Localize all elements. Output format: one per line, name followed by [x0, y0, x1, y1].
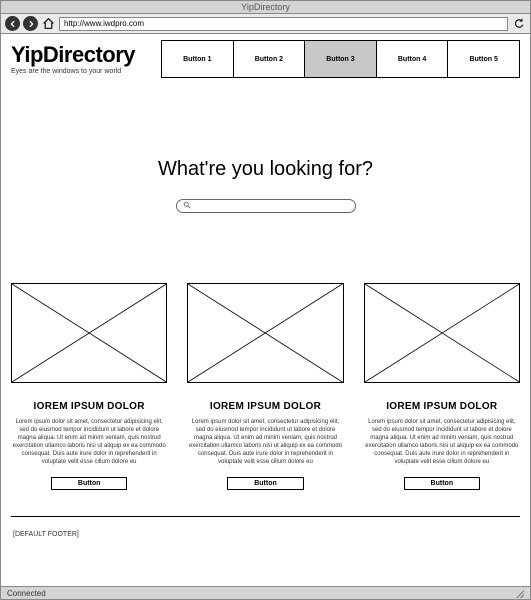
brand-tagline: Eyes are the windows to your world	[11, 68, 157, 75]
card-3: IOREM IPSUM DOLOR Lorem ipsum dolor sit …	[364, 283, 520, 490]
card-1-button[interactable]: Button	[51, 477, 128, 490]
card-2-body: Lorem ipsum dolor sit amet, consectetur …	[187, 418, 343, 467]
nav-tab-1[interactable]: Button 1	[162, 41, 234, 77]
card-1-title: IOREM IPSUM DOLOR	[11, 401, 167, 412]
brand-name: YipDirectory	[11, 42, 157, 68]
card-2-title: IOREM IPSUM DOLOR	[187, 401, 343, 412]
back-button[interactable]	[5, 16, 20, 31]
reload-button[interactable]	[511, 16, 526, 31]
card-1-image-placeholder	[11, 283, 167, 383]
forward-button[interactable]	[23, 16, 38, 31]
url-input[interactable]	[59, 17, 508, 31]
card-1-body: Lorem ipsum dolor sit amet, consectetur …	[11, 418, 167, 467]
browser-toolbar	[0, 13, 531, 34]
default-footer: [DEFAULT FOOTER]	[11, 531, 520, 538]
status-text: Connected	[7, 589, 46, 598]
card-2: IOREM IPSUM DOLOR Lorem ipsum dolor sit …	[187, 283, 343, 490]
search-input[interactable]	[195, 202, 349, 211]
card-1: IOREM IPSUM DOLOR Lorem ipsum dolor sit …	[11, 283, 167, 490]
page-content: YipDirectory Eyes are the windows to you…	[0, 34, 531, 586]
home-button[interactable]	[41, 16, 56, 31]
cards-row: IOREM IPSUM DOLOR Lorem ipsum dolor sit …	[11, 283, 520, 490]
search-icon	[183, 201, 191, 211]
card-3-image-placeholder	[364, 283, 520, 383]
card-2-button[interactable]: Button	[227, 477, 304, 490]
nav-tab-5[interactable]: Button 5	[448, 41, 519, 77]
hero-heading: What're you looking for?	[11, 158, 520, 181]
brand: YipDirectory Eyes are the windows to you…	[11, 40, 161, 78]
hero: What're you looking for?	[11, 158, 520, 213]
nav-tab-2[interactable]: Button 2	[234, 41, 306, 77]
header-row: YipDirectory Eyes are the windows to you…	[11, 40, 520, 78]
card-2-image-placeholder	[187, 283, 343, 383]
window-title: YipDirectory	[0, 0, 531, 13]
status-bar: Connected	[0, 586, 531, 600]
card-3-button[interactable]: Button	[404, 477, 481, 490]
footer-separator	[11, 516, 520, 517]
search-field[interactable]	[176, 199, 356, 213]
nav-tab-3[interactable]: Button 3	[305, 41, 377, 77]
card-3-title: IOREM IPSUM DOLOR	[364, 401, 520, 412]
resize-grip[interactable]	[514, 588, 524, 598]
card-3-body: Lorem ipsum dolor sit amet, consectetur …	[364, 418, 520, 467]
app-window: YipDirectory YipDirectory Eyes are the w…	[0, 0, 531, 600]
nav-tabs: Button 1 Button 2 Button 3 Button 4 Butt…	[161, 40, 520, 78]
nav-tab-4[interactable]: Button 4	[377, 41, 449, 77]
